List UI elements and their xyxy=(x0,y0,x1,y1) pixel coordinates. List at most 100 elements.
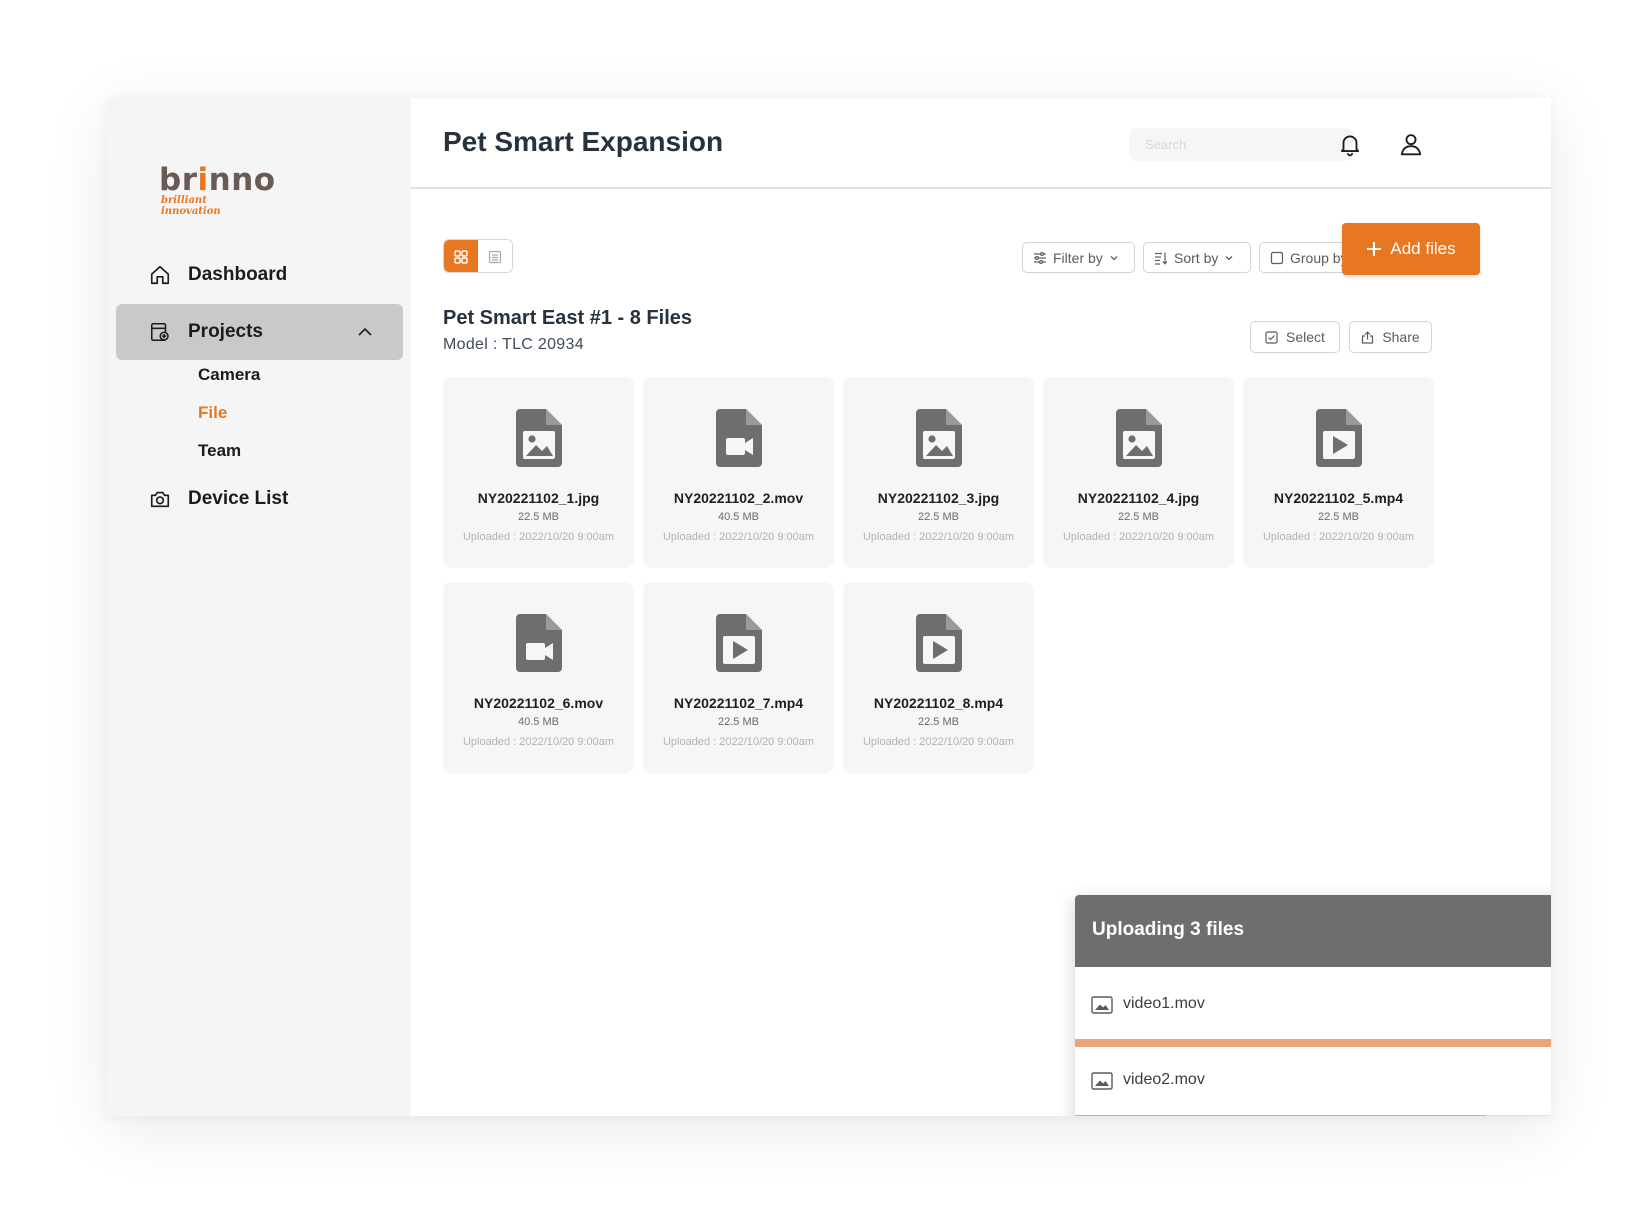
file-card[interactable]: NY20221102_1.jpg 22.5 MB Uploaded : 2022/1… xyxy=(443,377,634,568)
sidebar-item-projects[interactable]: Projects xyxy=(116,304,403,360)
sidebar-subitem-file[interactable]: File xyxy=(198,403,227,423)
file-upload-date: Uploaded : 2022/10/20 9:00am xyxy=(1062,531,1215,543)
file-card[interactable]: NY20221102_2.mov 40.5 MB Uploaded : 2022/1… xyxy=(643,377,834,568)
sort-dropdown[interactable]: Sort by xyxy=(1143,242,1251,273)
file-card[interactable]: NY20221102_8.mp4 22.5 MB Uploaded : 2022/1… xyxy=(843,582,1034,773)
file-upload-date: Uploaded : 2022/10/20 9:00am xyxy=(662,531,815,543)
share-button[interactable]: Share xyxy=(1349,321,1432,353)
video-file-icon xyxy=(516,614,562,672)
group-label: Group by xyxy=(1290,249,1348,266)
grid-view-button[interactable] xyxy=(444,240,478,272)
file-upload-date: Uploaded : 2022/10/20 9:00am xyxy=(862,531,1015,543)
brand-wordmark: brinno xyxy=(159,162,276,198)
image-icon xyxy=(1091,1072,1113,1090)
play-file-icon xyxy=(716,614,762,672)
sidebar-item-label: Projects xyxy=(188,321,263,342)
file-upload-date: Uploaded : 2022/10/20 9:00am xyxy=(862,736,1015,748)
file-upload-date: Uploaded : 2022/10/20 9:00am xyxy=(662,736,815,748)
file-card[interactable]: NY20221102_6.mov 40.5 MB Uploaded : 2022/1… xyxy=(443,582,634,773)
sidebar-item-label: Dashboard xyxy=(188,264,288,285)
share-label: Share xyxy=(1382,329,1420,345)
play-file-icon xyxy=(1316,409,1362,467)
filter-icon xyxy=(1034,251,1046,264)
chevron-up-icon[interactable] xyxy=(357,324,373,340)
camera-icon xyxy=(150,491,170,508)
file-card[interactable]: NY20221102_7.mp4 22.5 MB Uploaded : 2022/1… xyxy=(643,582,834,773)
file-card[interactable]: NY20221102_3.jpg 22.5 MB Uploaded : 2022/1… xyxy=(843,377,1034,568)
select-button[interactable]: Select xyxy=(1250,321,1340,353)
checkbox-icon xyxy=(1270,251,1284,264)
upload-item: video2.mov xyxy=(1075,1043,1551,1116)
file-name: NY20221102_5.mp4 xyxy=(1273,490,1404,506)
share-icon xyxy=(1362,330,1374,344)
sidebar-item-dashboard[interactable]: Dashboard xyxy=(116,247,403,303)
file-name: NY20221102_4.jpg xyxy=(1077,490,1200,506)
user-icon[interactable] xyxy=(1398,131,1424,157)
top-bar: Pet Smart Expansion xyxy=(411,98,1551,189)
app-window: brinno brilliant innovation Dashboard Pr… xyxy=(107,98,1551,1116)
projects-icon xyxy=(150,322,169,342)
file-size: 22.5 MB xyxy=(718,716,759,728)
brand-tagline: brilliant innovation xyxy=(161,195,221,217)
search-input[interactable] xyxy=(1129,128,1353,161)
add-files-button[interactable]: Add files xyxy=(1342,223,1480,275)
file-size: 22.5 MB xyxy=(1318,511,1359,523)
file-name: NY20221102_7.mp4 xyxy=(673,695,804,711)
file-card[interactable]: NY20221102_4.jpg 22.5 MB Uploaded : 2022/1… xyxy=(1043,377,1234,568)
file-size: 40.5 MB xyxy=(718,511,759,523)
group-model: Model : TLC 20934 xyxy=(443,336,584,353)
file-upload-date: Uploaded : 2022/10/20 9:00am xyxy=(462,531,615,543)
page-title: Pet Smart Expansion xyxy=(443,126,724,157)
image-file-icon xyxy=(516,409,562,467)
group-title: Pet Smart East #1 - 8 Files xyxy=(443,307,693,329)
select-label: Select xyxy=(1286,329,1325,345)
image-file-icon xyxy=(916,409,962,467)
home-icon xyxy=(150,265,170,285)
sidebar-subitem-camera[interactable]: Camera xyxy=(198,365,260,385)
file-name: NY20221102_2.mov xyxy=(673,490,804,506)
upload-progress-track xyxy=(1075,1115,1551,1116)
upload-title: Uploading 3 files xyxy=(1092,919,1245,940)
upload-panel-header[interactable]: Uploading 3 files xyxy=(1075,895,1551,967)
plus-icon xyxy=(1367,242,1382,256)
upload-file-name: video2.mov xyxy=(1123,1071,1205,1088)
sidebar-item-device-list[interactable]: Device List xyxy=(116,471,403,527)
file-card[interactable]: NY20221102_5.mp4 22.5 MB Uploaded : 2022/1… xyxy=(1243,377,1434,568)
list-icon xyxy=(488,250,502,264)
brand-logo[interactable]: brinno brilliant innovation xyxy=(159,162,276,217)
check-square-icon xyxy=(1265,330,1278,344)
filter-dropdown[interactable]: Filter by xyxy=(1022,242,1135,273)
file-size: 22.5 MB xyxy=(918,511,959,523)
file-size: 22.5 MB xyxy=(518,511,559,523)
file-name: NY20221102_6.mov xyxy=(473,695,604,711)
file-size: 40.5 MB xyxy=(518,716,559,728)
file-upload-date: Uploaded : 2022/10/20 9:00am xyxy=(1262,531,1415,543)
video-file-icon xyxy=(716,409,762,467)
list-view-button[interactable] xyxy=(478,240,512,272)
image-file-icon xyxy=(1116,409,1162,467)
sidebar-item-label: Device List xyxy=(188,488,289,509)
sort-label: Sort by xyxy=(1174,249,1219,266)
file-name: NY20221102_8.mp4 xyxy=(873,695,1004,711)
chevron-down-icon xyxy=(1225,255,1233,260)
file-size: 22.5 MB xyxy=(918,716,959,728)
sort-icon xyxy=(1155,252,1168,265)
sidebar: brinno brilliant innovation Dashboard Pr… xyxy=(107,98,411,1116)
upload-panel: Uploading 3 files video1.movvideo2.movvi… xyxy=(1075,895,1551,1116)
upload-file-name: video1.mov xyxy=(1123,995,1205,1012)
chevron-down-icon xyxy=(1110,255,1118,260)
sidebar-subitem-team[interactable]: Team xyxy=(198,441,241,461)
play-file-icon xyxy=(916,614,962,672)
file-size: 22.5 MB xyxy=(1118,511,1159,523)
image-icon xyxy=(1091,996,1113,1014)
upload-progress-fill xyxy=(1075,1115,1487,1116)
add-files-label: Add files xyxy=(1390,239,1456,258)
filter-label: Filter by xyxy=(1053,249,1103,266)
upload-item: video1.mov xyxy=(1075,967,1551,1047)
file-upload-date: Uploaded : 2022/10/20 9:00am xyxy=(462,736,615,748)
file-name: NY20221102_3.jpg xyxy=(877,490,1000,506)
bell-icon[interactable] xyxy=(1337,131,1363,157)
file-name: NY20221102_1.jpg xyxy=(477,490,600,506)
view-toggle xyxy=(443,239,513,273)
grid-icon xyxy=(454,250,468,264)
